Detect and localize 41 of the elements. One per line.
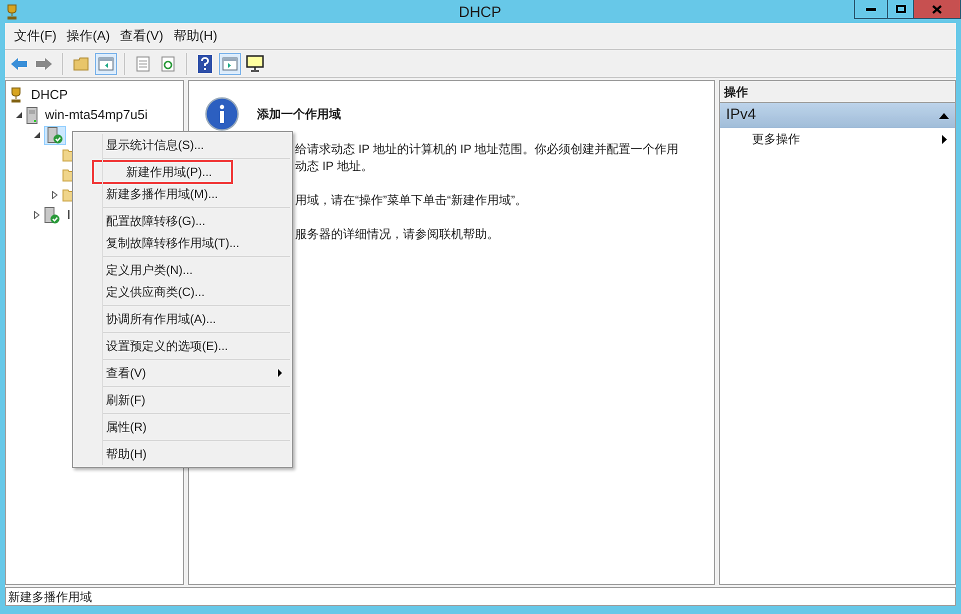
context-menu-item[interactable]: 协调所有作用域(A)... — [73, 308, 292, 330]
pane-icon[interactable] — [219, 52, 241, 74]
menu-item[interactable]: 操作(A) — [62, 26, 115, 46]
context-menu-item[interactable]: 查看(V) — [73, 362, 292, 384]
context-menu-item[interactable]: 属性(R) — [73, 416, 292, 438]
content-text: 服务器的详细情况，请参阅联机帮助。 — [295, 226, 499, 243]
menu-item[interactable]: 查看(V) — [114, 26, 168, 46]
collapse-arrow-icon — [939, 112, 949, 118]
close-icon — [932, 4, 942, 14]
server-check-icon — [47, 126, 63, 144]
close-button[interactable] — [914, 0, 960, 18]
context-menu-item[interactable]: 复制故障转移作用域(T)... — [73, 232, 292, 254]
content-text: 给请求动态 IP 地址的计算机的 IP 地址范围。你必须创建并配置一个作用 — [295, 141, 679, 158]
context-menu-item[interactable]: 设置预定义的选项(E)... — [73, 335, 292, 357]
actions-title: 操作 — [720, 81, 955, 103]
content-text: 动态 IP 地址。 — [295, 158, 373, 175]
context-menu-item[interactable]: 定义用户类(N)... — [73, 259, 292, 281]
context-menu-item[interactable]: 显示统计信息(S)... — [73, 134, 292, 156]
tree-item[interactable]: I — [64, 204, 74, 226]
context-menu-item[interactable]: 刷新(F) — [73, 389, 292, 411]
tree-item[interactable]: DHCP — [28, 84, 71, 106]
context-menu-item[interactable]: 帮助(H) — [73, 443, 292, 465]
context-menu-item[interactable]: 定义供应商类(C)... — [73, 281, 292, 303]
context-menu-item[interactable]: 新建作用域(P)... — [93, 161, 232, 183]
monitor-icon[interactable] — [244, 52, 266, 74]
status-bar: 新建多播作用域 — [5, 587, 956, 606]
window-title: DHCP — [458, 3, 502, 23]
menu-item[interactable]: 文件(F) — [9, 26, 62, 46]
context-menu-item[interactable]: 配置故障转移(G)... — [73, 210, 292, 232]
server-check-icon — [44, 206, 60, 224]
info-icon — [205, 97, 239, 131]
content-heading: 添加一个作用域 — [257, 106, 341, 123]
action-link[interactable]: 更多操作 — [720, 128, 955, 150]
actions-section-header[interactable]: IPv4 — [720, 103, 955, 128]
server-icon — [26, 106, 38, 124]
content-text: 用域，请在“操作”菜单下单击“新建作用域”。 — [295, 192, 527, 209]
pane-icon[interactable] — [95, 52, 117, 74]
selection-highlight[interactable] — [44, 126, 66, 144]
tree-item[interactable]: win-mta54mp7u5i — [42, 104, 151, 126]
context-menu-item[interactable]: 新建多播作用域(M)... — [73, 183, 292, 205]
menu-item[interactable]: 帮助(H) — [168, 26, 222, 46]
